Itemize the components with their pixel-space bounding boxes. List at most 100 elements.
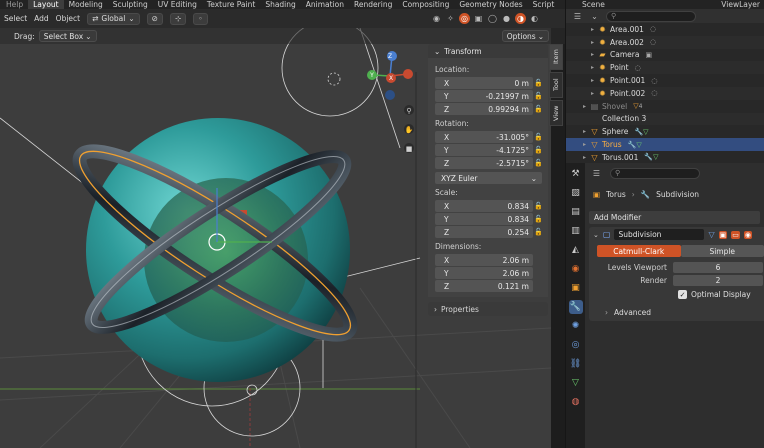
tab-animation[interactable]: Animation [301,0,349,9]
menu-help[interactable]: Help [0,0,28,9]
render-levels-field[interactable]: 2 [673,275,763,286]
viewport-toggle-icon[interactable]: ▭ [731,230,740,239]
snap-toggle[interactable]: ⊹ [169,12,187,25]
drag-mode-dropdown[interactable]: Select Box ⌄ [38,30,97,42]
outliner-row[interactable]: ▸ ✹ Point.001 ◌ [566,74,764,87]
outliner-row[interactable]: Collection 3 [566,112,764,126]
expand-arrow-icon[interactable]: ▸ [588,77,597,84]
shading-material-icon[interactable]: ◑ [515,13,526,24]
edit-mode-toggle-icon[interactable]: ▽ [708,230,714,239]
modifier-name-field[interactable]: Subdivision [614,229,705,240]
outliner-row[interactable]: ▸ ✹ Point ◌ [566,61,764,75]
rotation-mode-dropdown[interactable]: XYZ Euler ⌄ [435,172,542,184]
catmull-clark-button[interactable]: Catmull-Clark [597,245,681,257]
tab-sculpting[interactable]: Sculpting [108,0,153,9]
outliner-row[interactable]: ▸ ▽ Torus.001 🔧 ▽ [566,151,764,164]
render-tab-icon[interactable]: ▨ [569,186,583,200]
scene-tab-icon[interactable]: ◭ [569,243,583,257]
scene-selector[interactable]: Scene [582,0,605,9]
tab-shading[interactable]: Shading [260,0,300,9]
lock-icon[interactable]: 🔓 [533,79,544,87]
shading-rendered-icon[interactable]: ◐ [529,13,540,24]
outliner-row[interactable]: ▸ ▽ Sphere 🔧 ▽ [566,125,764,138]
options-dropdown[interactable]: Options ⌄ [501,30,549,42]
particles-tab-icon[interactable]: ✺ [569,319,583,333]
scale-z-field[interactable]: Z 0.254 [435,226,533,238]
material-tab-icon[interactable]: ◍ [569,395,583,409]
tab-view[interactable]: View [549,100,563,126]
rotation-x-field[interactable]: X -31.005° [435,131,533,143]
tab-item[interactable]: Item [549,44,563,70]
menu-select[interactable]: Select [4,14,27,23]
editor-type-icon[interactable]: ☰ [591,168,602,179]
menu-object[interactable]: Object [56,14,80,23]
lock-icon[interactable]: 🔓 [533,159,544,167]
world-tab-icon[interactable]: ◉ [569,262,583,276]
object-tab-icon[interactable]: ▣ [569,281,583,295]
tab-script[interactable]: Script [528,0,560,9]
optimal-display-checkbox[interactable]: ✓ [678,290,687,299]
scale-y-field[interactable]: Y 0.834 [435,213,533,225]
menu-add[interactable]: Add [34,14,49,23]
rotation-y-field[interactable]: Y -4.1725° [435,144,533,156]
modifier-tab-icon[interactable]: 🔧 [568,300,583,314]
expand-arrow-icon[interactable]: ▸ [580,141,589,148]
cage-toggle-icon[interactable]: ▣ [718,230,728,239]
transform-panel-header[interactable]: ⌄ Transform [428,44,548,58]
location-x-field[interactable]: X0 m [435,77,533,89]
tab-compositing[interactable]: Compositing [397,0,454,9]
properties-search-input[interactable]: ⚲ [610,167,700,179]
render-toggle-icon[interactable]: ◉ [743,230,752,239]
data-tab-icon[interactable]: ▽ [569,376,583,390]
advanced-subpanel-header[interactable]: › Advanced [589,303,764,321]
view-layer-tab-icon[interactable]: ▥ [569,224,583,238]
chevron-down-icon[interactable]: ⌄ [593,231,599,239]
xray-icon[interactable]: ▣ [473,13,484,24]
scale-x-field[interactable]: X 0.834 [435,200,533,212]
simple-button[interactable]: Simple [680,245,764,257]
location-z-field[interactable]: Z 0.99294 m [435,103,533,115]
transform-orientation-dropdown[interactable]: ⇄ Global ⌄ [87,12,140,25]
overlay-icon[interactable]: ◎ [459,13,470,24]
tab-modeling[interactable]: Modeling [64,0,108,9]
expand-arrow-icon[interactable]: ▸ [588,26,597,33]
expand-arrow-icon[interactable]: ▸ [580,128,589,135]
display-mode-icon[interactable]: ☰ [572,11,583,22]
lock-icon[interactable]: 🔓 [533,105,544,113]
add-modifier-button[interactable]: Add Modifier [589,211,760,224]
lock-icon[interactable]: 🔓 [533,215,544,223]
tab-rendering[interactable]: Rendering [349,0,397,9]
outliner-row-selected[interactable]: ▸ ▽ Torus 🔧 ▽ [566,138,764,151]
lock-icon[interactable]: 🔓 [533,133,544,141]
outliner-search-input[interactable]: ⚲ [606,10,696,22]
view-layer-selector[interactable]: ViewLayer [721,0,760,9]
dimensions-x-field[interactable]: X 2.06 m [435,254,533,266]
output-tab-icon[interactable]: ▤ [569,205,583,219]
lock-icon[interactable]: 🔓 [533,202,544,210]
tab-tool[interactable]: Tool [549,72,563,98]
tab-texture-paint[interactable]: Texture Paint [202,0,260,9]
outliner-row[interactable]: ▸ ✹ Area.002 ◌ [566,35,764,49]
outliner-row[interactable]: ▸ ▤ Shovel ▽ 4 [566,100,764,113]
outliner-row[interactable]: ▸ ▰ Camera ▣ [566,49,764,62]
filter-icon[interactable]: ⌄ [589,11,600,22]
expand-arrow-icon[interactable]: ▸ [588,64,597,71]
physics-tab-icon[interactable]: ◎ [569,338,583,352]
tab-geometry-nodes[interactable]: Geometry Nodes [454,0,527,9]
lock-icon[interactable]: 🔓 [533,228,544,236]
shading-solid-icon[interactable]: ● [501,13,512,24]
levels-viewport-field[interactable]: 6 [673,262,763,273]
expand-arrow-icon[interactable]: ▸ [588,39,597,46]
dimensions-z-field[interactable]: Z 0.121 m [435,280,533,292]
outliner-row[interactable]: ▸ ✹ Point.002 ◌ [566,86,764,100]
tab-layout[interactable]: Layout [28,0,64,9]
location-y-field[interactable]: Y -0.21997 m [435,90,533,102]
gizmo-icon[interactable]: ✧ [445,13,456,24]
dimensions-y-field[interactable]: Y 2.06 m [435,267,533,279]
rotation-z-field[interactable]: Z -2.5715° [435,157,533,169]
tool-tab-icon[interactable]: ⚒ [569,167,583,181]
lock-icon[interactable]: 🔓 [533,92,544,100]
outliner-row[interactable]: ▸ ✹ Area.001 ◌ [566,23,764,36]
expand-arrow-icon[interactable]: ▸ [588,51,597,58]
viewport-nav-buttons[interactable]: ⚲ ✋ ■ [404,105,414,153]
